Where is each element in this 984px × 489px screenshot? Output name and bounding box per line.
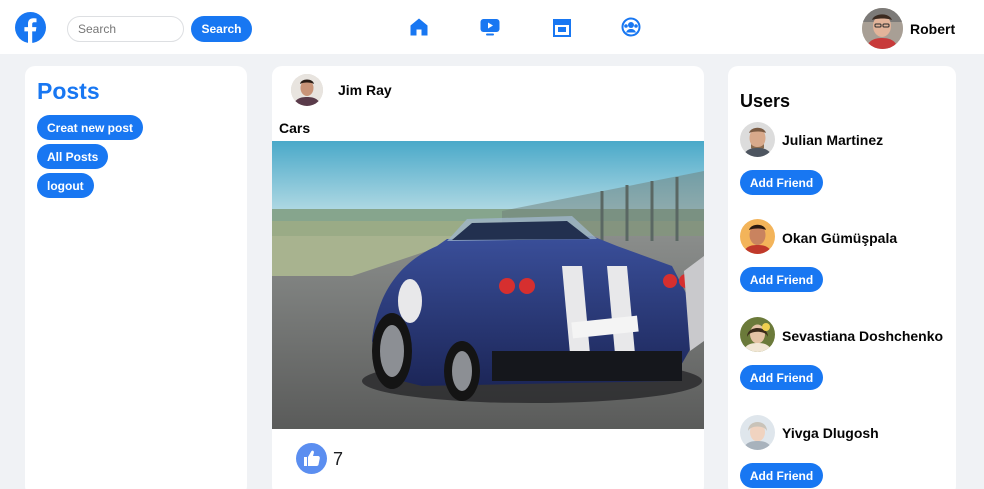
add-friend-button[interactable]: Add Friend [740,463,823,488]
users-title: Users [740,91,791,111]
search-input[interactable] [67,16,184,42]
post-card: Jim Ray Cars 7 [272,66,704,489]
like-button[interactable] [296,443,327,474]
facebook-logo-icon[interactable] [15,12,46,43]
profile-avatar[interactable] [862,8,903,49]
create-post-button[interactable]: Creat new post [37,115,144,140]
user-name[interactable]: Julian Martinez [782,132,883,148]
video-icon[interactable] [480,17,500,37]
logout-button[interactable]: logout [37,173,94,198]
posts-title: Posts [37,78,100,104]
user-avatar[interactable] [740,415,775,450]
profile-name[interactable]: Robert [910,21,955,37]
user-name[interactable]: Okan Gümüşpala [782,230,897,246]
user-avatar[interactable] [740,317,775,352]
users-sidebar: Users Julian Martinez Add Friend Okan Gü… [728,66,956,489]
add-friend-button[interactable]: Add Friend [740,170,823,195]
top-navbar: Search Robert [0,0,984,54]
posts-sidebar: Posts Creat new post All Posts logout [25,66,247,489]
post-author-name[interactable]: Jim Ray [338,82,392,98]
search-button[interactable]: Search [191,16,252,42]
user-avatar[interactable] [740,219,775,254]
like-count: 7 [333,449,344,469]
groups-icon[interactable] [621,17,641,37]
post-author-avatar[interactable] [291,74,323,106]
add-friend-button[interactable]: Add Friend [740,365,823,390]
post-caption: Cars [279,120,311,136]
add-friend-button[interactable]: Add Friend [740,267,823,292]
user-name[interactable]: Sevastiana Doshchenko [782,328,943,344]
store-icon[interactable] [552,17,572,37]
user-avatar[interactable] [740,122,775,157]
post-image [272,141,704,429]
all-posts-button[interactable]: All Posts [37,144,109,169]
home-icon[interactable] [409,17,429,37]
user-name[interactable]: Yivga Dlugosh [782,425,879,441]
